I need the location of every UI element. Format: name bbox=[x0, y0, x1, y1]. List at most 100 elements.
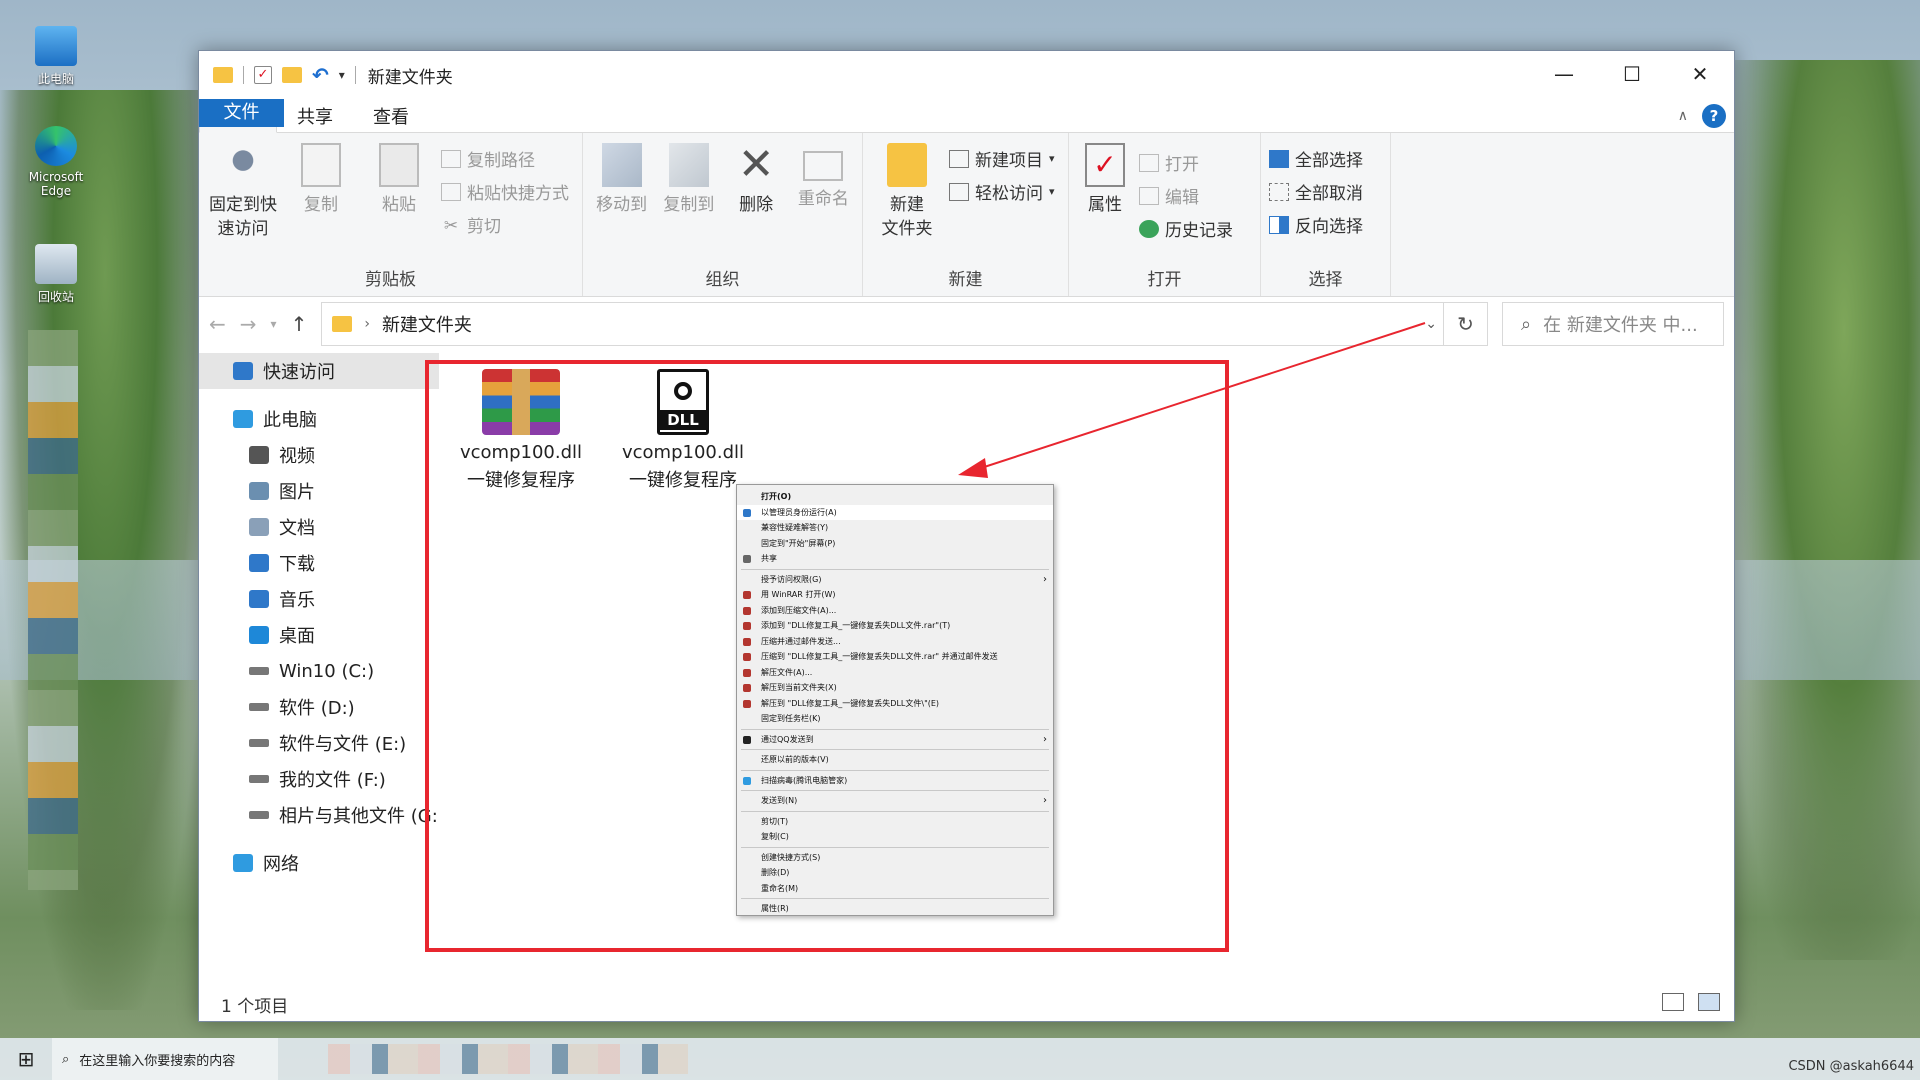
context-menu-item[interactable]: 复制(C) bbox=[737, 829, 1053, 845]
context-menu-item[interactable]: 固定到"开始"屏幕(P) bbox=[737, 536, 1053, 552]
properties-check-icon: ✓ bbox=[1085, 143, 1125, 187]
menu-item-label: 还原以前的版本(V) bbox=[761, 755, 829, 764]
copy-to-icon bbox=[668, 143, 709, 187]
context-menu-item[interactable]: 固定到任务栏(K) bbox=[737, 711, 1053, 727]
context-menu-item[interactable]: 添加到 "DLL修复工具_一键修复丢失DLL文件.rar"(T) bbox=[737, 618, 1053, 634]
open-icon bbox=[1139, 153, 1159, 172]
back-arrow-icon[interactable]: ← bbox=[209, 312, 226, 336]
properties-qa-icon[interactable]: ✓ bbox=[254, 66, 272, 84]
context-menu-item[interactable]: 通过QQ发送到 › bbox=[737, 732, 1053, 748]
context-menu-item[interactable]: 用 WinRAR 打开(W) bbox=[737, 587, 1053, 603]
nav-item[interactable]: 视频 bbox=[199, 437, 439, 473]
file-item-rar[interactable]: vcomp100.dll 一键修复程序 bbox=[451, 361, 591, 495]
maximize-button[interactable]: ☐ bbox=[1598, 51, 1666, 97]
collapse-ribbon-icon[interactable]: ∧ bbox=[1678, 108, 1688, 124]
nav-item-label: 音乐 bbox=[279, 590, 315, 611]
nav-item[interactable]: 下载 bbox=[199, 545, 439, 581]
refresh-icon[interactable]: ↻ bbox=[1443, 302, 1487, 346]
address-bar[interactable]: › 新建文件夹 ⌄ ↻ bbox=[321, 302, 1488, 346]
recent-locations-icon[interactable]: ▾ bbox=[271, 317, 277, 331]
menu-item-label: 压缩并通过邮件发送... bbox=[761, 636, 841, 646]
context-menu-item[interactable]: 兼容性疑难解答(Y) bbox=[737, 520, 1053, 536]
context-menu-item[interactable]: 授予访问权限(G) › bbox=[737, 572, 1053, 588]
minimize-button[interactable]: — bbox=[1530, 51, 1598, 97]
nav-item[interactable]: 相片与其他文件 (G: bbox=[199, 797, 439, 833]
nav-item[interactable]: 图片 bbox=[199, 473, 439, 509]
tab-view[interactable]: 查看 bbox=[353, 99, 429, 132]
customize-qa-dropdown-icon[interactable]: ▾ bbox=[339, 68, 345, 82]
winrar-icon bbox=[743, 668, 751, 677]
address-dropdown-icon[interactable]: ⌄ bbox=[1425, 316, 1437, 332]
context-menu-item[interactable]: 发送到(N) › bbox=[737, 793, 1053, 809]
download-icon bbox=[249, 554, 269, 572]
winrar-icon bbox=[743, 591, 751, 599]
nav-item-label: 此电脑 bbox=[263, 410, 317, 431]
copy-path-button[interactable]: 复制路径 bbox=[441, 145, 569, 172]
undo-icon[interactable]: ↶ bbox=[312, 63, 329, 87]
nav-item[interactable]: 快速访问 bbox=[199, 353, 439, 389]
help-button[interactable]: ? bbox=[1702, 104, 1726, 128]
address-row: ← → ▾ ↑ › 新建文件夹 ⌄ ↻ ⌕ 在 新建文件夹 中... bbox=[199, 297, 1734, 351]
details-view-icon[interactable] bbox=[1662, 993, 1684, 1011]
nav-item[interactable]: Win10 (C:) bbox=[199, 653, 439, 689]
start-button[interactable]: ⊞ bbox=[0, 1038, 52, 1080]
desktop-icon-recycle-bin[interactable]: 回收站 bbox=[18, 244, 94, 305]
up-arrow-icon[interactable]: ↑ bbox=[291, 312, 308, 336]
context-menu-item[interactable]: 删除(D) bbox=[737, 865, 1053, 881]
select-all-button[interactable]: 全部选择 bbox=[1269, 145, 1363, 172]
nav-item[interactable]: 此电脑 bbox=[199, 401, 439, 437]
history-button[interactable]: 历史记录 bbox=[1139, 215, 1233, 242]
desktop-icon-this-pc[interactable]: 此电脑 bbox=[18, 26, 94, 87]
submenu-arrow-icon: › bbox=[1043, 733, 1047, 745]
nav-item[interactable]: 桌面 bbox=[199, 617, 439, 653]
context-menu-item[interactable]: 压缩到 "DLL修复工具_一键修复丢失DLL文件.rar" 并通过邮件发送 bbox=[737, 649, 1053, 665]
menu-item-label: 扫描病毒(腾讯电脑管家) bbox=[761, 775, 848, 785]
nav-item-label: 网络 bbox=[263, 854, 299, 875]
select-none-button[interactable]: 全部取消 bbox=[1269, 178, 1363, 205]
tab-share[interactable]: 共享 bbox=[277, 99, 353, 132]
context-menu-item[interactable]: 以管理员身份运行(A) bbox=[737, 504, 1053, 520]
search-box[interactable]: ⌕ 在 新建文件夹 中... bbox=[1502, 302, 1724, 346]
context-menu-item[interactable]: 解压到 "DLL修复工具_一键修复丢失DLL文件\"(E) bbox=[737, 696, 1053, 712]
open-button[interactable]: 打开 bbox=[1139, 149, 1233, 176]
context-menu-item[interactable]: 解压到当前文件夹(X) bbox=[737, 680, 1053, 696]
paste-shortcut-button[interactable]: 粘贴快捷方式 bbox=[441, 178, 569, 205]
desktop-icon-edge[interactable]: Microsoft Edge bbox=[18, 126, 94, 198]
invert-selection-button[interactable]: 反向选择 bbox=[1269, 211, 1363, 238]
new-item-button[interactable]: 新建项目 ▾ bbox=[949, 145, 1055, 172]
breadcrumb[interactable]: 新建文件夹 bbox=[382, 311, 472, 337]
edit-button[interactable]: 编辑 bbox=[1139, 182, 1233, 209]
context-menu-item[interactable]: 创建快捷方式(S) bbox=[737, 850, 1053, 866]
button-label: 轻松访问 bbox=[975, 184, 1043, 204]
new-folder-qa-icon[interactable] bbox=[282, 67, 302, 83]
nav-item[interactable]: 我的文件 (F:) bbox=[199, 761, 439, 797]
button-label: 重命名 bbox=[797, 189, 849, 209]
nav-item[interactable]: 文档 bbox=[199, 509, 439, 545]
nav-item[interactable]: 软件与文件 (E:) bbox=[199, 725, 439, 761]
cut-button[interactable]: ✂ 剪切 bbox=[441, 211, 569, 238]
close-button[interactable]: ✕ bbox=[1666, 51, 1734, 97]
context-menu-item[interactable]: 重命名(M) bbox=[737, 881, 1053, 897]
context-menu-item[interactable]: 共享 bbox=[737, 551, 1053, 567]
nav-item[interactable]: 网络 bbox=[199, 845, 439, 881]
context-menu-item[interactable]: 剪切(T) bbox=[737, 814, 1053, 830]
taskbar-search[interactable]: ⌕ 在这里输入你要搜索的内容 bbox=[52, 1038, 278, 1080]
context-menu-item[interactable]: 属性(R) bbox=[737, 901, 1053, 917]
context-menu-item[interactable]: 扫描病毒(腾讯电脑管家) bbox=[737, 773, 1053, 789]
nav-item[interactable]: 软件 (D:) bbox=[199, 689, 439, 725]
winrar-icon bbox=[743, 699, 751, 708]
menu-separator bbox=[741, 749, 1049, 750]
forward-arrow-icon[interactable]: → bbox=[240, 312, 257, 336]
context-menu-item[interactable]: 添加到压缩文件(A)... bbox=[737, 603, 1053, 619]
large-icons-view-icon[interactable] bbox=[1698, 993, 1720, 1011]
tab-file[interactable]: 文件 bbox=[199, 99, 284, 127]
context-menu: 打开(O) 以管理员身份运行(A) 兼容性疑难解答(Y) 固定到"开始"屏幕(P) 共享… bbox=[736, 484, 1054, 916]
qq-icon bbox=[743, 735, 751, 744]
context-menu-item[interactable]: 压缩并通过邮件发送... bbox=[737, 634, 1053, 650]
context-menu-item[interactable]: 打开(O) bbox=[737, 489, 1053, 505]
nav-item[interactable]: 音乐 bbox=[199, 581, 439, 617]
easy-access-button[interactable]: 轻松访问 ▾ bbox=[949, 178, 1055, 205]
context-menu-item[interactable]: 解压文件(A)... bbox=[737, 665, 1053, 681]
context-menu-item[interactable]: 还原以前的版本(V) bbox=[737, 752, 1053, 768]
file-item-dll[interactable]: DLL vcomp100.dll 一键修复程序 bbox=[613, 361, 753, 495]
